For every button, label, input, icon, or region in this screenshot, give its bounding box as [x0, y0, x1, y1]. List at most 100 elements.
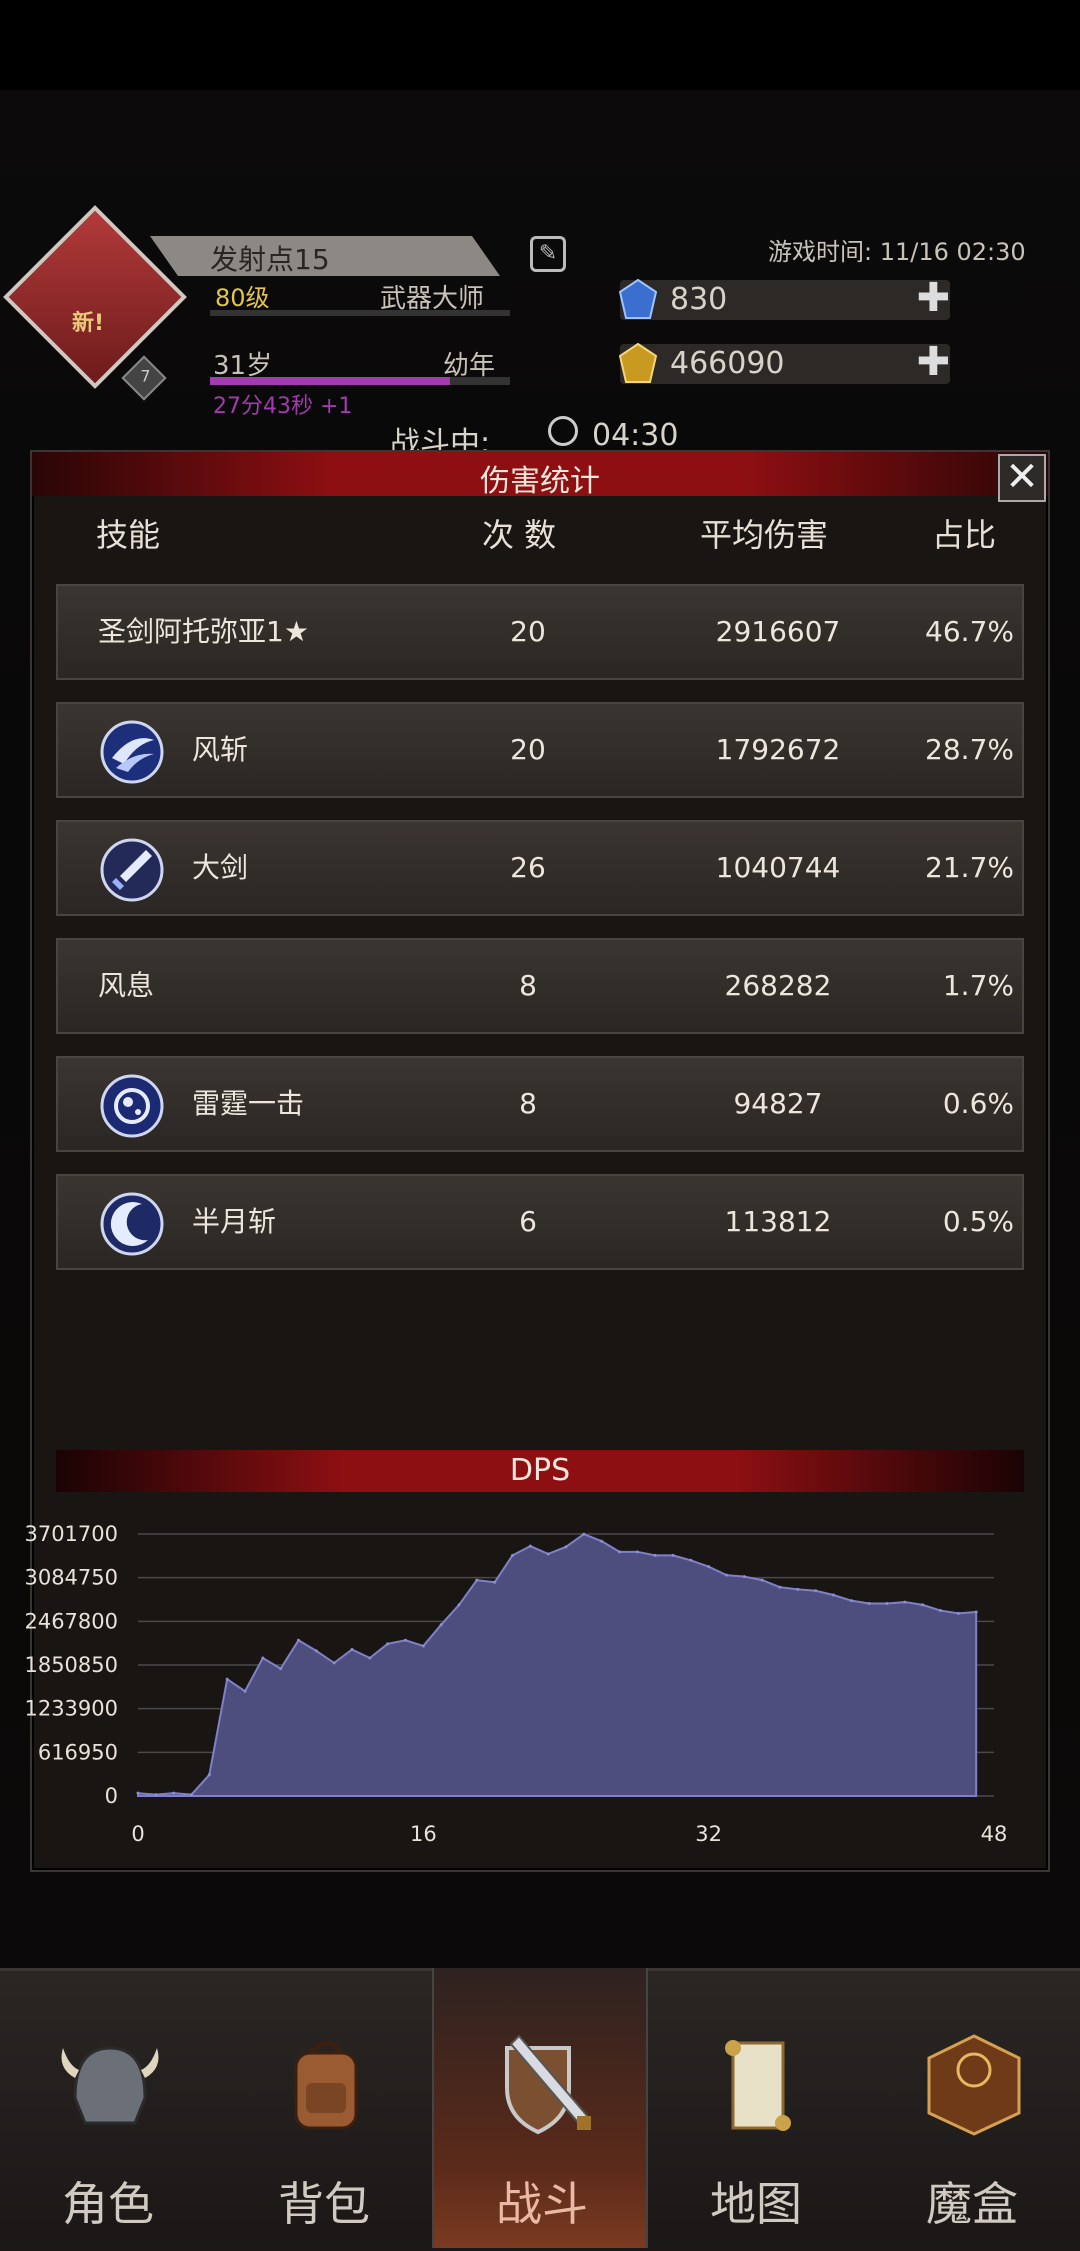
shield-sword-icon: [505, 2034, 591, 2135]
add-gold-button[interactable]: ✚: [916, 342, 950, 382]
dps-point: [297, 1638, 300, 1642]
skill-name: 雷霆一击: [192, 1087, 305, 1120]
dps-point: [404, 1638, 407, 1642]
thunder-strike-icon: [100, 1074, 164, 1138]
game-time: 游戏时间: 11/16 02:30: [768, 238, 1026, 266]
gem-amount: 830: [670, 282, 728, 317]
dps-point: [350, 1647, 354, 1651]
skill-row: 半月斩 6 113812 0.5%: [56, 1174, 1024, 1270]
clock-icon: [548, 416, 578, 446]
dps-point: [154, 1793, 158, 1797]
y-tick-label: 0: [105, 1784, 118, 1808]
close-button[interactable]: ✕: [998, 454, 1046, 502]
dps-point: [832, 1593, 835, 1597]
column-avg-damage: 平均伤害: [700, 516, 829, 554]
skill-avg-damage: 94827: [733, 1087, 823, 1120]
nav-tab[interactable]: 战斗: [432, 1968, 648, 2248]
helmet-icon: [61, 2046, 159, 2125]
status-bar: [0, 0, 1080, 90]
dps-point: [796, 1587, 800, 1591]
magic-box-icon: [927, 2034, 1021, 2136]
dps-point: [814, 1589, 818, 1593]
skill-avg-damage: 268282: [724, 969, 832, 1002]
skill-name: 大剑: [192, 851, 249, 884]
dps-point: [314, 1649, 318, 1653]
nav-tab-label: 战斗: [496, 2177, 588, 2231]
dps-point: [956, 1611, 960, 1615]
dps-point: [511, 1553, 514, 1557]
nav-tab-label: 背包: [278, 2177, 370, 2231]
x-tick-label: 48: [981, 1822, 1008, 1846]
skill-count: 8: [519, 1087, 537, 1120]
dps-point: [849, 1599, 853, 1603]
dps-point: [475, 1578, 479, 1582]
dps-point: [546, 1552, 550, 1556]
y-tick-label: 3084750: [24, 1566, 118, 1590]
emblem-new-tag: 新!: [72, 311, 105, 336]
dps-point: [457, 1603, 461, 1607]
nav-tab-label: 地图: [710, 2177, 802, 2231]
y-tick-label: 2467800: [24, 1609, 118, 1633]
dps-point: [136, 1791, 140, 1795]
nav-tab[interactable]: 魔盒: [864, 1968, 1080, 2248]
y-tick-label: 3701700: [24, 1522, 118, 1546]
dps-point: [261, 1656, 265, 1660]
skill-count: 20: [510, 615, 546, 648]
half-moon-slash-icon: [100, 1192, 164, 1256]
add-gems-button[interactable]: ✚: [916, 278, 950, 318]
dps-point: [600, 1539, 604, 1543]
backpack-icon: [294, 2040, 358, 2130]
dps-point: [635, 1550, 639, 1554]
dps-point: [689, 1558, 693, 1562]
nav-tab[interactable]: 角色: [0, 1968, 216, 2248]
skill-percentage: 0.6%: [942, 1087, 1014, 1120]
dps-point: [225, 1677, 229, 1681]
edit-name-icon[interactable]: ✎: [530, 236, 566, 272]
skill-avg-damage: 1040744: [715, 851, 841, 884]
dps-point: [386, 1642, 390, 1646]
dps-point: [421, 1644, 425, 1648]
dps-point: [190, 1793, 193, 1797]
skill-avg-damage: 113812: [724, 1205, 832, 1238]
column-count: 次 数: [482, 516, 557, 554]
skill-percentage: 1.7%: [942, 969, 1014, 1002]
player-level: 80级: [215, 284, 270, 312]
dps-point: [564, 1545, 568, 1549]
skill-name: 圣剑阿托弥亚1★: [98, 615, 309, 648]
nav-tab-label: 魔盒: [926, 2177, 1018, 2231]
column-percentage: 占比: [932, 516, 997, 554]
skill-row: 风息 8 268282 1.7%: [56, 938, 1024, 1034]
dps-point: [974, 1610, 978, 1614]
dps-point: [368, 1656, 372, 1660]
skill-row: 大剑 26 1040744 21.7%: [56, 820, 1024, 916]
skill-count: 8: [519, 969, 537, 1002]
skill-avg-damage: 1792672: [715, 733, 841, 766]
dps-point: [618, 1550, 621, 1554]
skill-row: 圣剑阿托弥亚1★ 20 2916607 46.7%: [56, 584, 1024, 680]
x-tick-label: 0: [131, 1822, 144, 1846]
skill-row: 风斩 20 1792672 28.7%: [56, 702, 1024, 798]
column-skill: 技能: [96, 516, 161, 554]
emblem-badge-number: 7: [140, 366, 151, 386]
y-tick-label: 1850850: [24, 1653, 118, 1677]
skill-count: 26: [510, 851, 546, 884]
scroll-map-icon: [725, 2040, 791, 2131]
player-name: 发射点15: [210, 243, 330, 276]
nav-tab[interactable]: 地图: [648, 1968, 864, 2248]
skill-name: 风息: [98, 969, 155, 1002]
skill-avg-damage: 2916607: [715, 615, 841, 648]
nav-tab[interactable]: 背包: [216, 1968, 432, 2248]
age-timer: 27分43秒 +1: [213, 394, 353, 419]
panel-title: 伤害统计: [480, 464, 600, 499]
dps-point: [760, 1578, 764, 1582]
skill-count: 20: [510, 733, 546, 766]
gem-currency: 830 ✚: [618, 278, 950, 320]
y-tick-label: 616950: [38, 1740, 118, 1764]
skill-percentage: 0.5%: [942, 1205, 1014, 1238]
level-divider: [210, 310, 510, 316]
wind-slash-icon: [100, 720, 164, 784]
dps-point: [778, 1585, 782, 1589]
skill-count: 6: [519, 1205, 537, 1238]
dps-point: [653, 1553, 657, 1557]
dps-point: [279, 1667, 283, 1671]
